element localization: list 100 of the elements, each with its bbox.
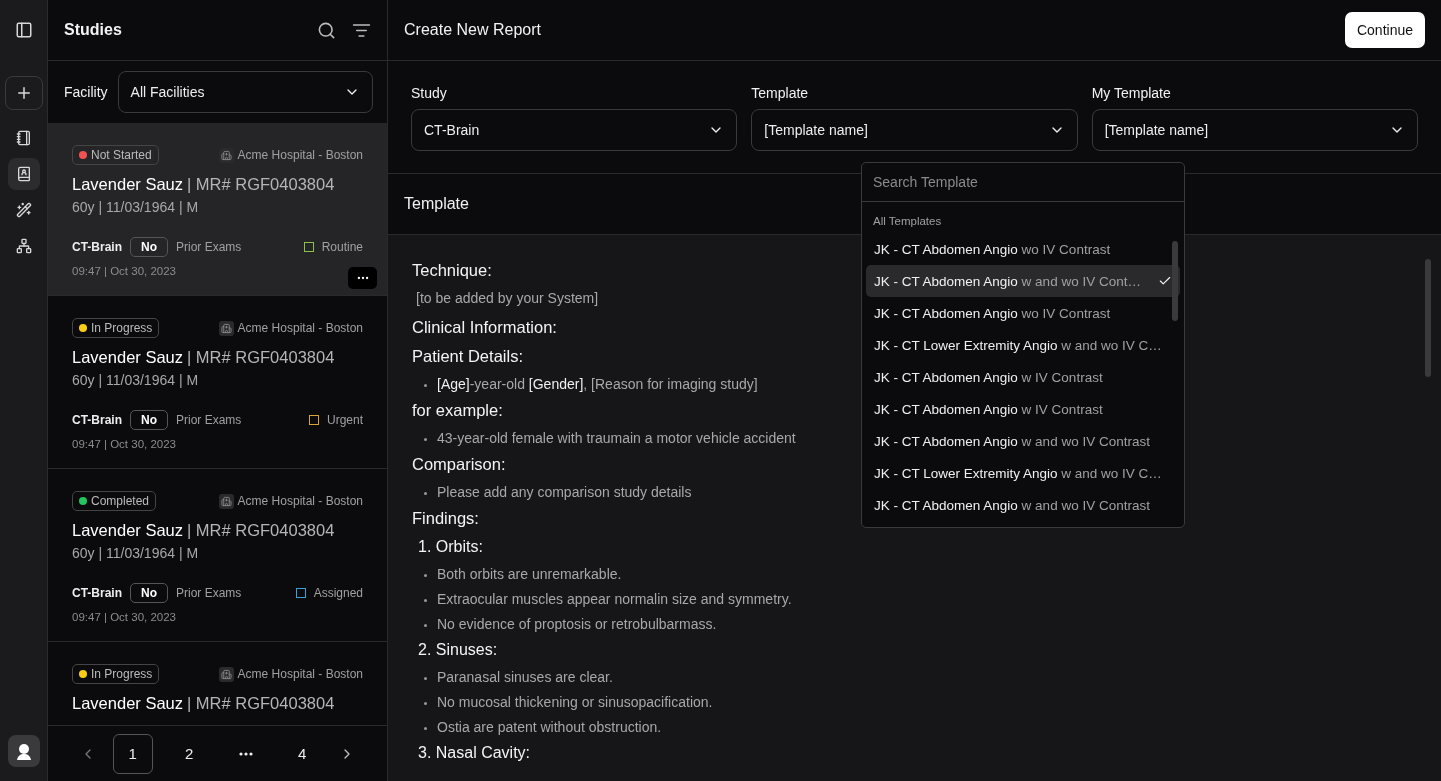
contact-book-icon <box>15 166 32 182</box>
page-button[interactable]: 4 <box>282 733 323 774</box>
facility-name: Acme Hospital - Boston <box>237 321 363 335</box>
report-heading: for example: <box>412 401 503 420</box>
ellipsis-icon <box>238 751 253 756</box>
patient-demographics: 60y | 11/03/1964 | M <box>72 545 200 561</box>
report-heading: Clinical Information: <box>412 318 557 337</box>
patient-name: Lavender Sauz <box>72 694 183 713</box>
record-number: | MR# RGF0403804 <box>187 175 335 194</box>
status-badge: In Progress <box>72 318 160 338</box>
avatar[interactable] <box>7 735 40 767</box>
report-heading: Patient Details: <box>412 347 523 366</box>
search-icon[interactable] <box>317 20 336 40</box>
template-option[interactable]: JK - CT Abdomen Angio w IV Contrast <box>866 361 1170 393</box>
facility-select[interactable]: All Facilities <box>117 71 373 113</box>
bullet-dot <box>424 438 427 441</box>
select-field[interactable]: [Template name] <box>751 109 1078 151</box>
bullet-dot <box>424 677 427 680</box>
template-option[interactable]: JK - CT Abdomen Angio w and wo IV Contrast <box>866 425 1170 457</box>
report-heading: 2. Sinuses: <box>418 641 498 659</box>
prior-count: No <box>130 237 168 257</box>
study-card[interactable]: In Progress Acme Hospital - Boston Lavender Sauz | MR# RGF0403804 60y | 11/03/1964 | M CT-Brain No Prior Exams Urgent 09:47 | Oct 30, 2023 <box>48 296 387 469</box>
status-badge: In Progress <box>72 664 160 684</box>
study-card[interactable]: Not Started Acme Hospital - Boston Lavender Sauz | MR# RGF0403804 60y | 11/03/1964 | M CT-Brain No Prior Exams Routine 09:47 | Oct 30, 2023 <box>48 123 387 296</box>
nav-button[interactable] <box>7 158 40 190</box>
add-button[interactable] <box>4 76 43 110</box>
facility-name: Acme Hospital - Boston <box>237 494 363 508</box>
select-field[interactable]: [Template name] <box>1091 109 1418 151</box>
template-option[interactable]: JK - CT Abdomen Angio wo IV Contrast <box>866 233 1170 265</box>
template-option[interactable]: JK - CT Abdomen Angio wo IV Contrast <box>866 297 1170 329</box>
select-field[interactable]: CT-Brain <box>411 109 738 151</box>
status-badge: Not Started <box>72 145 159 165</box>
template-option[interactable]: JK - CT Abdomen Angio w IV Contrast <box>866 393 1170 425</box>
facility-name: Acme Hospital - Boston <box>237 148 363 162</box>
field-label: Template <box>751 85 810 101</box>
study-type: CT-Brain <box>72 240 122 254</box>
prior-exams-label: Prior Exams <box>176 586 243 600</box>
group-label: All Templates <box>872 214 943 229</box>
hospital-icon <box>218 666 234 682</box>
sidebar-icon <box>14 21 33 39</box>
report-line: Both orbits are unremarkable. <box>437 566 622 582</box>
bullet-dot <box>424 624 427 627</box>
notebook-icon <box>15 130 32 146</box>
check-icon <box>1158 274 1172 288</box>
bullet-dot <box>424 574 427 577</box>
report-line: [Age]-year-old [Gender], [Reason for imaging study] <box>437 376 758 392</box>
bullet-dot <box>424 492 427 495</box>
report-note: [to be added by your System] <box>416 290 600 306</box>
report-heading: Comparison: <box>412 455 506 474</box>
bullet-dot <box>424 727 427 730</box>
patient-demographics: 60y | 11/03/1964 | M <box>72 199 200 215</box>
study-time: 09:47 | Oct 30, 2023 <box>72 611 177 623</box>
field-label: Study <box>411 85 448 101</box>
page-button[interactable]: 1 <box>112 733 153 774</box>
hospital-icon <box>218 320 234 336</box>
bullet-dot <box>424 384 427 387</box>
study-type: CT-Brain <box>72 413 122 427</box>
patient-demographics: 60y | 11/03/1964 | M <box>72 372 200 388</box>
prior-count: No <box>130 583 168 603</box>
hierarchy-icon <box>15 238 32 254</box>
study-card[interactable]: In Progress Acme Hospital - Boston Lavender Sauz | MR# RGF0403804 <box>48 642 387 725</box>
priority-label: Assigned <box>313 586 363 600</box>
prior-exams-label: Prior Exams <box>176 413 243 427</box>
report-line: 43-year-old female with traumain a motor vehicle accident <box>437 430 796 446</box>
prior-exams-label: Prior Exams <box>176 240 243 254</box>
report-line: No mucosal thickening or sinusopacification. <box>437 694 713 710</box>
patient-name: Lavender Sauz <box>72 348 183 367</box>
panel-title: Studies <box>64 21 123 39</box>
prior-count: No <box>130 410 168 430</box>
scrollbar[interactable] <box>1425 259 1431 377</box>
patient-name: Lavender Sauz <box>72 175 183 194</box>
hospital-icon <box>218 147 234 163</box>
search-field[interactable]: Search Template <box>862 163 1184 202</box>
page-button[interactable]: 2 <box>169 733 210 774</box>
report-line: No evidence of proptosis or retrobulbarmass. <box>437 616 717 632</box>
report-heading: Technique: <box>412 261 492 280</box>
record-number: | MR# RGF0403804 <box>187 521 335 540</box>
template-option[interactable]: JK - CT Lower Extremity Angio w and wo IV C… <box>866 457 1170 489</box>
priority-label: Routine <box>321 240 363 254</box>
facility-name: Acme Hospital - Boston <box>237 667 363 681</box>
record-number: | MR# RGF0403804 <box>187 348 335 367</box>
record-number: | MR# RGF0403804 <box>187 694 335 713</box>
field-label: My Template <box>1091 85 1172 101</box>
continue-button[interactable]: Continue <box>1344 12 1425 48</box>
facility-label: Facility <box>64 84 108 100</box>
priority-label: Urgent <box>326 413 363 427</box>
study-type: CT-Brain <box>72 586 122 600</box>
study-card[interactable]: Completed Acme Hospital - Boston Lavender Sauz | MR# RGF0403804 60y | 11/03/1964 | M CT-Brain No Prior Exams Assigned 09:47 | Oct 30, 2023 <box>48 469 387 642</box>
study-time: 09:47 | Oct 30, 2023 <box>72 438 177 450</box>
report-line: Extraocular muscles appear normalin size and symmetry. <box>437 591 792 607</box>
template-option[interactable]: JK - CT Abdomen Angio w and wo IV Contrast <box>866 489 1170 521</box>
template-option[interactable]: JK - CT Lower Extremity Angio w and wo IV C… <box>866 329 1170 361</box>
hospital-icon <box>218 493 234 509</box>
report-heading: 1. Orbits: <box>418 538 483 556</box>
magic-wand-icon <box>15 202 32 218</box>
study-time: 09:47 | Oct 30, 2023 <box>72 265 177 277</box>
scrollbar[interactable] <box>1172 241 1178 321</box>
status-badge: Completed <box>72 491 157 511</box>
template-option[interactable]: JK - CT Abdomen Angio w and wo IV Cont… <box>866 265 1180 297</box>
report-line: Please add any comparison study details <box>437 484 692 500</box>
